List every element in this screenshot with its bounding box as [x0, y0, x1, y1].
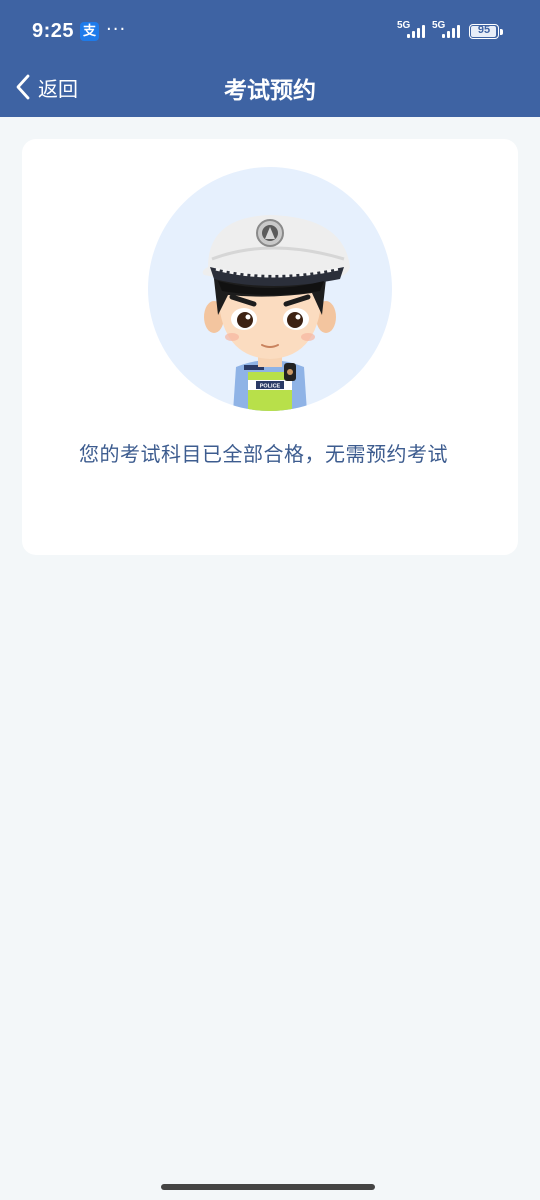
network-2-label: 5G: [432, 20, 446, 31]
signal-2-icon: 5G: [432, 20, 468, 42]
app-header: 9:25 支 ··· 5G 5G 95 返回 考试预约: [0, 0, 540, 117]
status-bar: 9:25 支 ··· 5G 5G 95: [0, 0, 540, 60]
status-message: 您的考试科目已全部合格，无需预约考试: [79, 442, 448, 466]
police-badge-text: POLICE: [260, 384, 281, 390]
result-card: POLICE 您的考试科目已全部合格，无需预约考试: [22, 139, 518, 555]
police-avatar: POLICE: [148, 167, 392, 411]
alipay-icon: 支: [80, 22, 99, 41]
more-notifications-icon: ···: [106, 19, 127, 40]
clock: 9:25: [32, 20, 75, 42]
battery-level: 95: [477, 24, 491, 36]
page-title: 考试预约: [224, 78, 316, 104]
battery-icon: 95: [469, 24, 499, 39]
network-1-label: 5G: [397, 20, 411, 31]
nav-bar: 返回 考试预约: [0, 60, 540, 117]
signal-1-icon: 5G: [397, 20, 433, 42]
home-indicator[interactable]: [161, 1184, 375, 1190]
